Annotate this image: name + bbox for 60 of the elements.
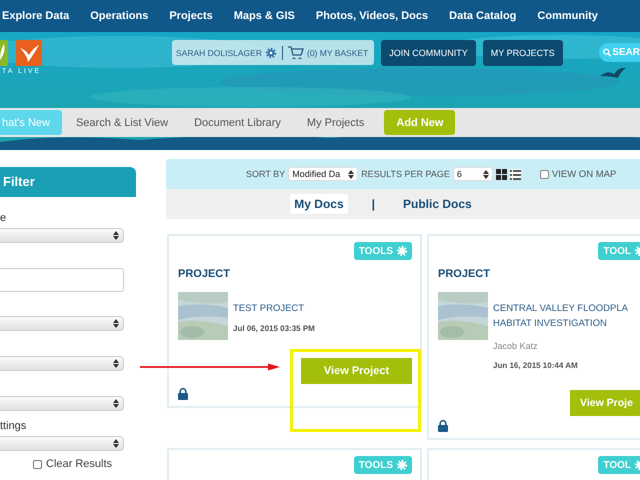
leaf-logo-icon — [0, 40, 8, 66]
author-name: Jacob Katz — [493, 341, 539, 351]
select-field[interactable] — [0, 316, 124, 331]
per-page-select[interactable]: 6 — [452, 167, 493, 181]
nav-tab[interactable]: Search & List View — [64, 110, 180, 135]
user-menu[interactable]: SARAH DOLISLAGER (0) MY BASKET — [172, 40, 374, 65]
filter-header: Filter — [0, 167, 136, 197]
select-arrows-icon — [348, 170, 354, 178]
gear-icon — [264, 46, 277, 58]
select-field[interactable] — [0, 228, 124, 243]
nav-link[interactable]: Data Catalog — [449, 10, 516, 22]
nav-tab[interactable]: My Projects — [294, 110, 376, 135]
header-button[interactable]: MY PROJECTS — [482, 40, 563, 66]
field-label: e — [0, 212, 6, 226]
select-field[interactable] — [0, 356, 124, 371]
checkbox-label: Clear Results — [46, 458, 112, 470]
date-text: Jul 06, 2015 03:35 PM — [233, 324, 315, 333]
tab-separator: | — [372, 197, 376, 211]
nav-link[interactable]: Explore Data — [2, 10, 70, 22]
bird-logo-icon — [16, 40, 42, 66]
per-page-label: RESULTS PER PAGE — [361, 169, 450, 179]
select-field[interactable] — [0, 436, 124, 451]
checkbox[interactable] — [540, 170, 549, 178]
nav-link[interactable]: Operations — [90, 10, 148, 22]
gear-icon — [396, 459, 408, 471]
doc-tab[interactable]: My Docs — [290, 194, 348, 214]
card-type: PROJECT — [178, 268, 231, 280]
doc-tab[interactable]: Public Docs — [399, 194, 476, 214]
cart-icon — [288, 46, 304, 59]
list-view-icon[interactable] — [510, 168, 521, 180]
user-name[interactable]: SARAH DOLISLAGER — [176, 48, 262, 58]
field-label: ttings — [0, 420, 26, 434]
nav-tab[interactable]: Document Library — [182, 110, 293, 135]
sort-select[interactable]: Modified Da — [288, 167, 358, 181]
checkbox[interactable] — [33, 460, 42, 468]
nav-link[interactable]: Photos, Videos, Docs — [316, 10, 428, 22]
nav-link[interactable]: Community — [537, 10, 598, 22]
bird-icon — [600, 68, 626, 78]
gear-icon — [396, 245, 408, 257]
header-button[interactable]: JOIN COMMUNITY — [381, 40, 476, 66]
project-title[interactable]: CENTRAL VALLEY FLOODPLA — [493, 301, 628, 316]
input-field[interactable] — [0, 268, 124, 292]
project-title[interactable]: TEST PROJECT — [233, 301, 315, 316]
date-text: Jun 16, 2015 10:44 AM — [493, 361, 579, 370]
select-field[interactable] — [0, 396, 124, 411]
select-arrows-icon — [113, 399, 119, 408]
select-arrows-icon — [482, 170, 489, 178]
select-arrows-icon — [113, 231, 119, 240]
select-arrows-icon — [113, 359, 119, 368]
nav-link[interactable]: Maps & GIS — [234, 10, 295, 22]
sort-label: SORT BY — [246, 169, 286, 179]
checkbox-label: VIEW ON MAP — [552, 168, 616, 180]
basket-link[interactable]: (0) MY BASKET — [306, 48, 368, 58]
select-arrows-icon — [113, 319, 119, 328]
grid-view-icon[interactable] — [496, 168, 507, 180]
search-icon — [603, 48, 612, 57]
card-type: PROJECT — [438, 268, 491, 280]
nav-link[interactable]: Projects — [169, 10, 213, 22]
project-title[interactable]: HABITAT INVESTIGATION — [493, 316, 628, 331]
select-arrows-icon — [113, 439, 119, 448]
